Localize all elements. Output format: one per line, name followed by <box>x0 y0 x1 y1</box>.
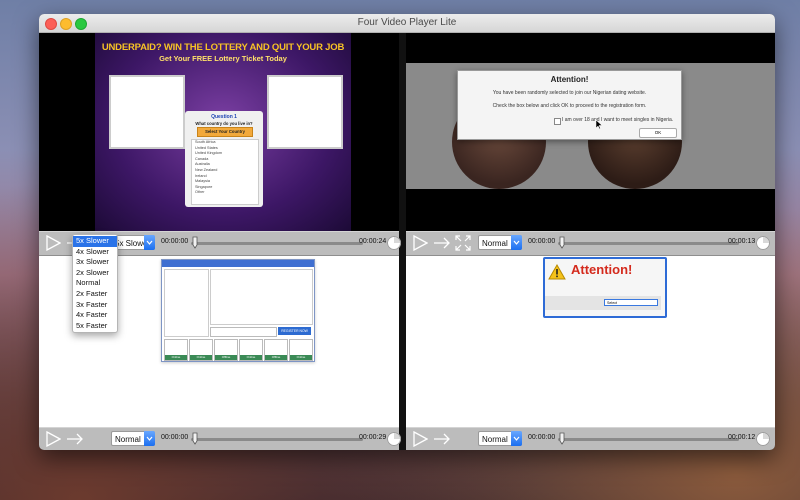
speed-select[interactable]: Normal <box>478 235 522 250</box>
next-arrow-icon[interactable] <box>433 433 451 445</box>
status-badge: Online <box>290 355 312 360</box>
controls-pane-4: Normal 00:00:00 00:00:12 <box>406 427 775 450</box>
chat-user-tile: Offline <box>264 339 288 361</box>
ad-right-box <box>267 75 343 149</box>
country-list: South Africa United States United Kingdom C… <box>191 139 259 205</box>
volume-knob[interactable] <box>387 236 401 250</box>
chat-window: REGISTER NOW Online Online Offline Online Of… <box>161 259 315 362</box>
status-badge: Online <box>190 355 212 360</box>
volume-knob[interactable] <box>756 236 770 250</box>
elapsed-time: 00:00:00 <box>528 434 556 441</box>
country-option: Other <box>195 190 205 195</box>
attention-title: Attention! <box>571 262 633 277</box>
seek-bar[interactable] <box>191 438 363 441</box>
elapsed-time: 00:00:00 <box>528 238 556 245</box>
title-bar[interactable]: Four Video Player Lite <box>39 14 775 33</box>
speed-select-value: Normal <box>482 435 508 444</box>
chat-messages <box>210 269 313 325</box>
ad-subheadline: Get Your FREE Lottery Ticket Today <box>159 54 287 63</box>
chevron-updown-icon[interactable] <box>144 431 155 446</box>
speed-option[interactable]: 4x Faster <box>73 310 117 321</box>
status-badge: Offline <box>265 355 287 360</box>
chevron-updown-icon[interactable] <box>511 235 522 250</box>
seek-knob[interactable] <box>192 432 198 445</box>
ad-headline: UNDERPAID? WIN THE LOTTERY AND QUIT YOUR… <box>101 42 345 53</box>
seek-bar[interactable] <box>191 242 363 245</box>
register-now-button: REGISTER NOW <box>278 327 311 335</box>
chat-user-list <box>164 269 209 337</box>
speed-option[interactable]: 5x Faster <box>73 321 117 332</box>
checkbox-label: I am over 18 and I want to meet singles … <box>562 117 674 123</box>
status-badge: Online <box>165 355 187 360</box>
app-window: Four Video Player Lite UNDERPAID? WIN TH… <box>39 14 775 450</box>
question-text: What country do you live in? <box>195 121 253 126</box>
lottery-ad: UNDERPAID? WIN THE LOTTERY AND QUIT YOUR… <box>95 33 351 231</box>
chevron-updown-icon[interactable] <box>144 235 155 250</box>
speed-select[interactable]: Normal <box>111 431 155 446</box>
attention-dialog: Attention! You have been randomly select… <box>457 70 682 140</box>
speed-select[interactable]: Normal <box>478 431 522 446</box>
play-icon[interactable] <box>412 235 428 251</box>
speed-select-value: Normal <box>482 239 508 248</box>
chevron-updown-icon[interactable] <box>511 431 522 446</box>
next-arrow-icon[interactable] <box>433 237 451 249</box>
total-time: 00:00:24 <box>359 238 387 245</box>
video-pane-4[interactable]: Attention! Select <box>406 254 775 427</box>
chat-user-tile: Online <box>189 339 213 361</box>
total-time: 00:00:13 <box>728 238 756 245</box>
seek-bar[interactable] <box>558 242 739 245</box>
dialog-title: Attention! <box>550 75 589 84</box>
select-country-button: Select Your Country <box>197 127 253 137</box>
controls-pane-3: Normal 00:00:00 00:00:29 <box>39 427 401 450</box>
speed-select-value: Normal <box>115 435 141 444</box>
speed-option[interactable]: 4x Slower <box>73 247 117 258</box>
chat-user-tile: Online <box>164 339 188 361</box>
play-icon[interactable] <box>45 431 61 447</box>
volume-knob[interactable] <box>387 432 401 446</box>
question-title: Question 1 <box>211 114 237 120</box>
popup-form-bar: Select <box>545 296 661 310</box>
mouse-cursor-icon <box>596 120 602 129</box>
video-pane-2[interactable]: Attention! You have been randomly select… <box>406 33 775 231</box>
chat-user-tile: Offline <box>214 339 238 361</box>
elapsed-time: 00:00:00 <box>161 238 189 245</box>
volume-knob[interactable] <box>756 432 770 446</box>
chat-user-tile: Online <box>239 339 263 361</box>
total-time: 00:00:12 <box>728 434 756 441</box>
warning-icon <box>548 264 566 280</box>
speed-option[interactable]: 2x Faster <box>73 289 117 300</box>
ad-question-form: Question 1 What country do you live in? … <box>185 111 263 207</box>
status-badge: Online <box>240 355 262 360</box>
play-icon[interactable] <box>45 235 61 251</box>
seek-knob[interactable] <box>559 236 565 249</box>
attention-popup: Attention! Select <box>543 257 667 318</box>
ok-button: OK <box>639 128 677 138</box>
seek-bar[interactable] <box>558 438 739 441</box>
controls-pane-2: Normal 00:00:00 00:00:13 <box>406 231 775 256</box>
chat-title-bar <box>162 260 314 267</box>
ad-left-box <box>109 75 185 149</box>
speed-option[interactable]: Normal <box>73 278 117 289</box>
window-title: Four Video Player Lite <box>357 17 457 28</box>
chat-user-tile: Online <box>289 339 313 361</box>
popup-select: Select <box>604 299 658 306</box>
elapsed-time: 00:00:00 <box>161 434 189 441</box>
speed-dropdown-menu: 5x Slower 4x Slower 3x Slower 2x Slower Norm… <box>72 234 118 334</box>
status-badge: Offline <box>215 355 237 360</box>
speed-option[interactable]: 5x Slower <box>73 236 117 247</box>
total-time: 00:00:29 <box>359 434 387 441</box>
video-pane-1[interactable]: UNDERPAID? WIN THE LOTTERY AND QUIT YOUR… <box>39 33 399 231</box>
seek-knob[interactable] <box>192 236 198 249</box>
speed-option[interactable]: 3x Faster <box>73 300 117 311</box>
seek-knob[interactable] <box>559 432 565 445</box>
dialog-line-2: Check the box below and click OK to proc… <box>492 103 647 109</box>
speed-option[interactable]: 2x Slower <box>73 268 117 279</box>
fullscreen-icon[interactable] <box>455 235 471 251</box>
next-arrow-icon[interactable] <box>66 433 84 445</box>
speed-option[interactable]: 3x Slower <box>73 257 117 268</box>
dialog-line-1: You have been randomly selected to join … <box>492 90 647 96</box>
play-icon[interactable] <box>412 431 428 447</box>
age-checkbox <box>554 118 561 125</box>
chat-input <box>210 327 277 337</box>
